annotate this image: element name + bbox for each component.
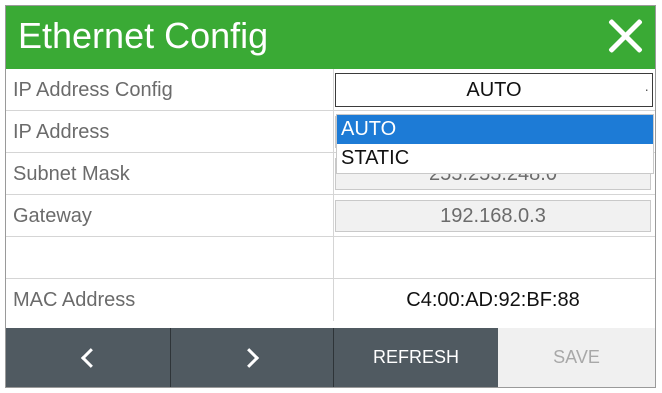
row-label: MAC Address [13, 289, 136, 311]
row-mac-address: MAC Address C4:00:AD:92:BF:88 [6, 279, 655, 321]
dropdown-option-static[interactable]: STATIC [337, 144, 653, 173]
row-label: Gateway [13, 205, 92, 227]
divider [333, 279, 334, 321]
divider [333, 195, 334, 237]
button-bar: REFRESH SAVE [6, 328, 655, 387]
divider [333, 111, 334, 153]
refresh-button[interactable]: REFRESH [334, 328, 498, 387]
ethernet-config-dialog: Ethernet Config IP Address Config AUTO ·… [5, 5, 656, 388]
row-label: IP Address [13, 121, 110, 143]
chevron-left-icon [80, 347, 101, 368]
title-bar: Ethernet Config [6, 6, 655, 69]
divider [333, 69, 334, 111]
dropdown-arrow-icon: · [644, 81, 649, 97]
select-value: AUTO [466, 79, 522, 101]
gateway-field[interactable]: 192.168.0.3 [335, 200, 651, 232]
row-empty [6, 237, 655, 279]
ip-config-dropdown-list: AUTO STATIC [336, 114, 654, 174]
divider [333, 153, 334, 195]
row-label: IP Address Config [13, 79, 173, 101]
row-ip-address-config: IP Address Config AUTO · [6, 69, 655, 111]
dialog-title: Ethernet Config [18, 15, 269, 56]
chevron-right-icon [239, 347, 260, 368]
dropdown-option-auto[interactable]: AUTO [337, 115, 653, 144]
row-gateway: Gateway 192.168.0.3 [6, 195, 655, 237]
prev-button[interactable] [6, 328, 170, 387]
close-icon[interactable] [605, 16, 645, 56]
mac-address-value: C4:00:AD:92:BF:88 [406, 289, 580, 311]
ip-config-select[interactable]: AUTO · [335, 73, 653, 107]
row-label: Subnet Mask [13, 163, 130, 185]
divider [333, 237, 334, 279]
next-button[interactable] [171, 328, 333, 387]
save-button[interactable]: SAVE [498, 328, 655, 387]
